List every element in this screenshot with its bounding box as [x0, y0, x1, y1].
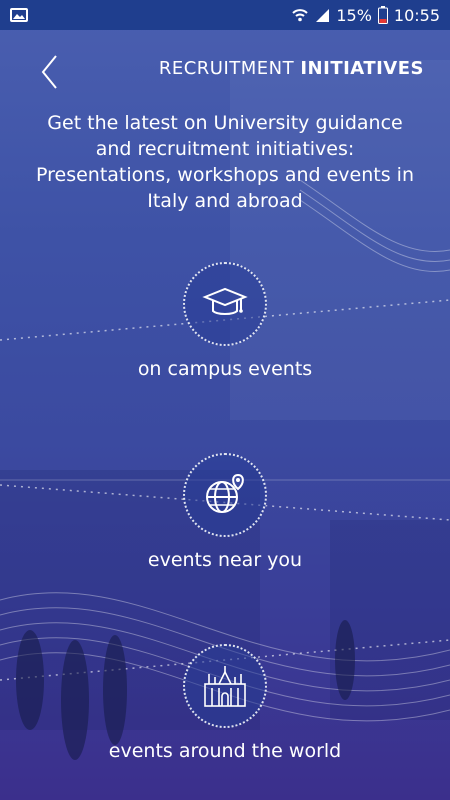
- events-around-the-world-button[interactable]: [183, 644, 267, 728]
- signal-icon: [316, 9, 330, 22]
- back-button[interactable]: [34, 52, 68, 92]
- status-left: [10, 8, 28, 22]
- header: RECRUITMENT INITIATIVES: [0, 40, 450, 100]
- events-near-you-item[interactable]: events near you: [0, 453, 450, 571]
- status-bar: 15% 10:55: [0, 0, 450, 30]
- cathedral-icon: [204, 666, 246, 707]
- title-bold: INITIATIVES: [300, 58, 424, 79]
- events-around-the-world-label[interactable]: events around the world: [0, 740, 450, 762]
- graduation-cap-icon: [202, 287, 248, 315]
- status-right: 15% 10:55: [292, 6, 440, 25]
- battery-percent: 15%: [336, 5, 372, 25]
- globe-pin-icon: [206, 473, 244, 513]
- events-around-the-world-item[interactable]: events around the world: [0, 644, 450, 762]
- events-near-you-button[interactable]: [183, 453, 267, 537]
- events-near-you-label[interactable]: events near you: [0, 549, 450, 571]
- recruitment-initiatives-screen: 15% 10:55 RECRUITMENT INITIATIVES Get th…: [0, 0, 450, 800]
- on-campus-events-label[interactable]: on campus events: [0, 358, 450, 380]
- battery-icon: [377, 6, 388, 24]
- title-regular: RECRUITMENT: [158, 58, 301, 79]
- on-campus-events-item[interactable]: on campus events: [0, 262, 450, 380]
- wifi-icon: [292, 9, 309, 22]
- page-title: RECRUITMENT INITIATIVES: [159, 58, 424, 79]
- intro-text: Get the latest on University guidance an…: [35, 112, 414, 212]
- gallery-icon: [10, 8, 28, 22]
- on-campus-events-button[interactable]: [183, 262, 267, 346]
- clock: 10:55: [393, 5, 440, 25]
- chevron-left-icon: [41, 55, 57, 89]
